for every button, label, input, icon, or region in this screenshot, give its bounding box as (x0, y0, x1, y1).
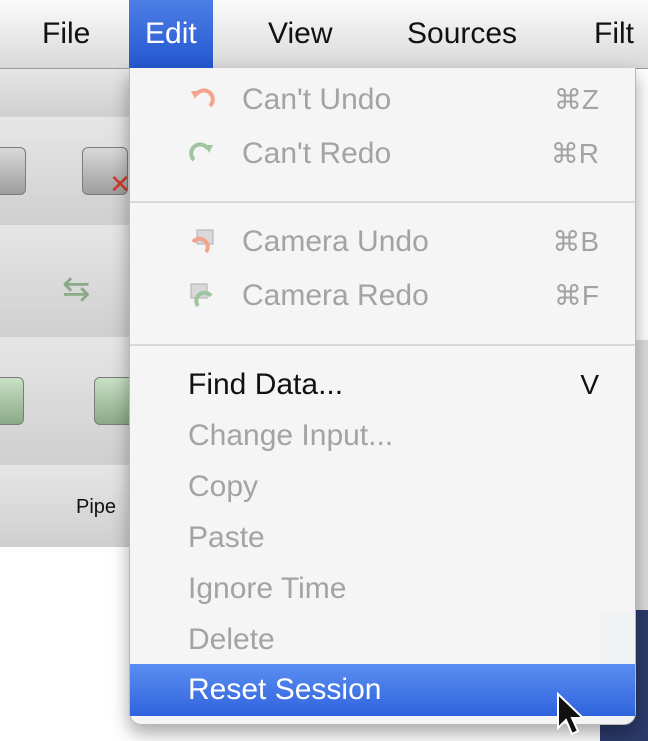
pipeline-browser-label: Pipe (76, 496, 117, 518)
menu-item-camera-undo[interactable]: Camera Undo ⌘B (130, 216, 635, 268)
menu-item-copy[interactable]: Copy (130, 461, 635, 513)
menu-item-camera-redo[interactable]: Camera Redo ⌘F (130, 270, 635, 322)
camera-redo-shortcut: ⌘F (553, 280, 599, 311)
camera-undo-shortcut: ⌘B (552, 226, 599, 257)
camera-undo-label: Camera Undo (242, 225, 429, 258)
find-data-label: Find Data... (188, 368, 344, 401)
edit-menu: Can't Undo ⌘Z Can't Redo ⌘R Camera Undo … (129, 68, 636, 725)
reset-session-label: Reset Session (188, 673, 382, 706)
undo-shortcut: ⌘Z (553, 84, 599, 115)
camera-undo-icon (191, 229, 214, 254)
delete-x-icon: ✕ (109, 169, 131, 199)
menu-bar: File Edit View Sources Filt (0, 0, 648, 69)
find-data-shortcut: V (580, 369, 599, 400)
paste-label: Paste (188, 521, 265, 554)
menu-item-ignore-time[interactable]: Ignore Time (130, 563, 635, 615)
camera-redo-label: Camera Redo (242, 279, 429, 312)
menu-filters[interactable]: Filt (594, 0, 634, 68)
mouse-pointer-icon (557, 692, 586, 736)
menu-item-undo[interactable]: Can't Undo ⌘Z (130, 74, 635, 126)
link-camera-icon[interactable]: ⇆ (62, 269, 91, 309)
change-input-label: Change Input... (188, 419, 394, 452)
menu-separator (130, 201, 635, 203)
menu-item-delete[interactable]: Delete (130, 614, 635, 666)
copy-label: Copy (188, 470, 259, 503)
menu-separator (130, 344, 635, 346)
view-cube-button[interactable] (0, 377, 24, 425)
redo-label: Can't Redo (242, 137, 392, 170)
delete-label: Delete (188, 623, 275, 656)
toolbar-button[interactable] (0, 147, 26, 195)
menu-sources[interactable]: Sources (407, 0, 517, 68)
redo-shortcut: ⌘R (550, 138, 599, 169)
menu-item-redo[interactable]: Can't Redo ⌘R (130, 128, 635, 180)
menu-view[interactable]: View (268, 0, 332, 68)
menu-file[interactable]: File (42, 0, 90, 68)
undo-icon (191, 88, 215, 108)
redo-icon (189, 142, 213, 162)
menu-item-change-input[interactable]: Change Input... (130, 410, 635, 462)
menu-item-find-data[interactable]: Find Data... V (130, 359, 635, 411)
camera-redo-icon (190, 283, 213, 308)
ignore-time-label: Ignore Time (188, 572, 347, 605)
delete-source-button[interactable]: ✕ (82, 147, 131, 199)
menu-edit[interactable]: Edit (129, 0, 213, 68)
menu-item-paste[interactable]: Paste (130, 512, 635, 564)
undo-label: Can't Undo (242, 83, 392, 116)
